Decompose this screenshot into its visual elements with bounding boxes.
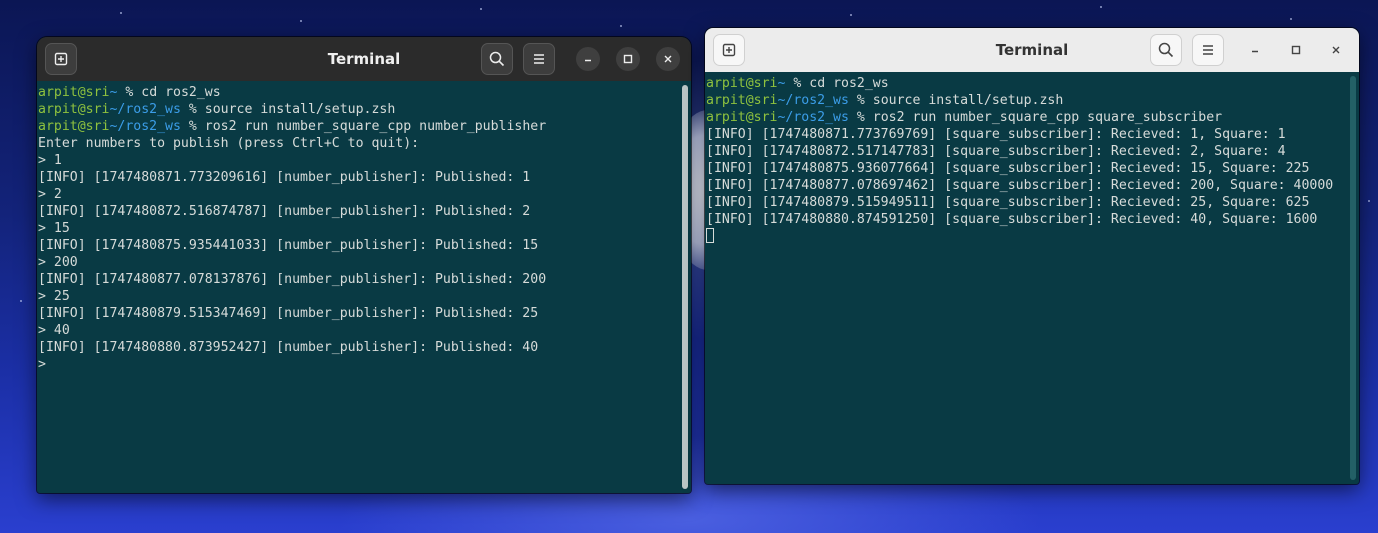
search-button[interactable]: [1150, 34, 1182, 66]
command-text: ros2 run number_square_cpp number_publis…: [204, 119, 547, 134]
command-text: cd ros2_ws: [809, 76, 889, 91]
close-button[interactable]: [1324, 38, 1348, 62]
output-line: [INFO] [1747480879.515347469] [number_pu…: [38, 306, 539, 321]
close-button[interactable]: [656, 47, 680, 71]
maximize-icon: [1291, 45, 1301, 55]
maximize-button[interactable]: [1284, 38, 1308, 62]
prompt-symbol: %: [180, 119, 205, 134]
output-line: [INFO] [1747480877.078697462] [square_su…: [706, 178, 1334, 193]
prompt-path: ~/ros2_ws: [777, 93, 849, 108]
terminal-window-right[interactable]: Terminal arpit@sri~ % cd ros2_ws arpit@s…: [705, 28, 1359, 484]
minimize-icon: [583, 54, 593, 64]
output-line: > 40: [38, 323, 70, 338]
menu-button[interactable]: [1192, 34, 1224, 66]
minimize-button[interactable]: [1243, 38, 1267, 62]
output-line: > 1: [38, 153, 62, 168]
prompt-symbol: %: [785, 76, 810, 91]
prompt-path: ~/ros2_ws: [109, 119, 181, 134]
prompt-line: arpit@sri~ % cd ros2_ws: [38, 84, 690, 101]
scrollbar[interactable]: [682, 85, 688, 489]
output-line: [INFO] [1747480872.516874787] [number_pu…: [38, 204, 531, 219]
cursor-line: [706, 228, 1358, 245]
search-icon: [489, 51, 505, 67]
output-line: > 200: [38, 255, 78, 270]
prompt-path: ~/ros2_ws: [109, 102, 181, 117]
output-line: > 25: [38, 289, 70, 304]
hamburger-menu-icon: [532, 53, 546, 65]
titlebar[interactable]: Terminal: [37, 37, 691, 81]
output-line: [INFO] [1747480875.935441033] [number_pu…: [38, 238, 539, 253]
output-line: [INFO] [1747480871.773769769] [square_su…: [706, 127, 1286, 142]
new-tab-icon: [722, 43, 736, 57]
command-text: cd ros2_ws: [141, 85, 221, 100]
output-line: >: [38, 357, 46, 372]
output-line: Enter numbers to publish (press Ctrl+C t…: [38, 136, 420, 151]
prompt-line: arpit@sri~/ros2_ws % source install/setu…: [38, 101, 690, 118]
maximize-button[interactable]: [616, 47, 640, 71]
terminal-output[interactable]: arpit@sri~ % cd ros2_ws arpit@sri~/ros2_w…: [705, 72, 1359, 484]
terminal-window-left[interactable]: Terminal arpit@sri~ % cd ros2_ws arpit@s…: [37, 37, 691, 493]
output-line: > 2: [38, 187, 62, 202]
output-line: > 15: [38, 221, 70, 236]
prompt-user: arpit@sri: [706, 93, 778, 108]
close-icon: [1331, 45, 1341, 55]
hamburger-menu-icon: [1201, 44, 1215, 56]
prompt-user: arpit@sri: [38, 102, 110, 117]
prompt-line: arpit@sri~ % cd ros2_ws: [706, 75, 1358, 92]
prompt-symbol: %: [848, 93, 873, 108]
output-line: [INFO] [1747480880.874591250] [square_su…: [706, 212, 1318, 227]
prompt-line: arpit@sri~/ros2_ws % source install/setu…: [706, 92, 1358, 109]
output-line: [INFO] [1747480875.936077664] [square_su…: [706, 161, 1310, 176]
output-line: [INFO] [1747480871.773209616] [number_pu…: [38, 170, 531, 185]
close-icon: [663, 54, 673, 64]
new-tab-button[interactable]: [45, 43, 77, 75]
maximize-icon: [623, 54, 633, 64]
output-line: [INFO] [1747480872.517147783] [square_su…: [706, 144, 1286, 159]
minimize-button[interactable]: [576, 47, 600, 71]
output-line: [INFO] [1747480880.873952427] [number_pu…: [38, 340, 539, 355]
search-button[interactable]: [481, 43, 513, 75]
prompt-symbol: %: [117, 85, 142, 100]
search-icon: [1158, 42, 1174, 58]
command-text: ros2 run number_square_cpp square_subscr…: [872, 110, 1223, 125]
scrollbar[interactable]: [1350, 76, 1356, 480]
prompt-user: arpit@sri: [706, 76, 778, 91]
prompt-symbol: %: [180, 102, 205, 117]
prompt-user: arpit@sri: [38, 85, 110, 100]
command-text: source install/setup.zsh: [872, 93, 1064, 108]
minimize-icon: [1250, 45, 1260, 55]
prompt-user: arpit@sri: [706, 110, 778, 125]
titlebar[interactable]: Terminal: [705, 28, 1359, 72]
prompt-user: arpit@sri: [38, 119, 110, 134]
menu-button[interactable]: [523, 43, 555, 75]
new-tab-icon: [54, 52, 68, 66]
new-tab-button[interactable]: [713, 34, 745, 66]
text-cursor: [706, 228, 714, 243]
prompt-line: arpit@sri~/ros2_ws % ros2 run number_squ…: [706, 109, 1358, 126]
output-line: [INFO] [1747480879.515949511] [square_su…: [706, 195, 1310, 210]
prompt-line: arpit@sri~/ros2_ws % ros2 run number_squ…: [38, 118, 690, 135]
terminal-output[interactable]: arpit@sri~ % cd ros2_ws arpit@sri~/ros2_w…: [37, 81, 691, 493]
prompt-symbol: %: [848, 110, 873, 125]
prompt-path: ~/ros2_ws: [777, 110, 849, 125]
output-line: [INFO] [1747480877.078137876] [number_pu…: [38, 272, 547, 287]
command-text: source install/setup.zsh: [204, 102, 396, 117]
